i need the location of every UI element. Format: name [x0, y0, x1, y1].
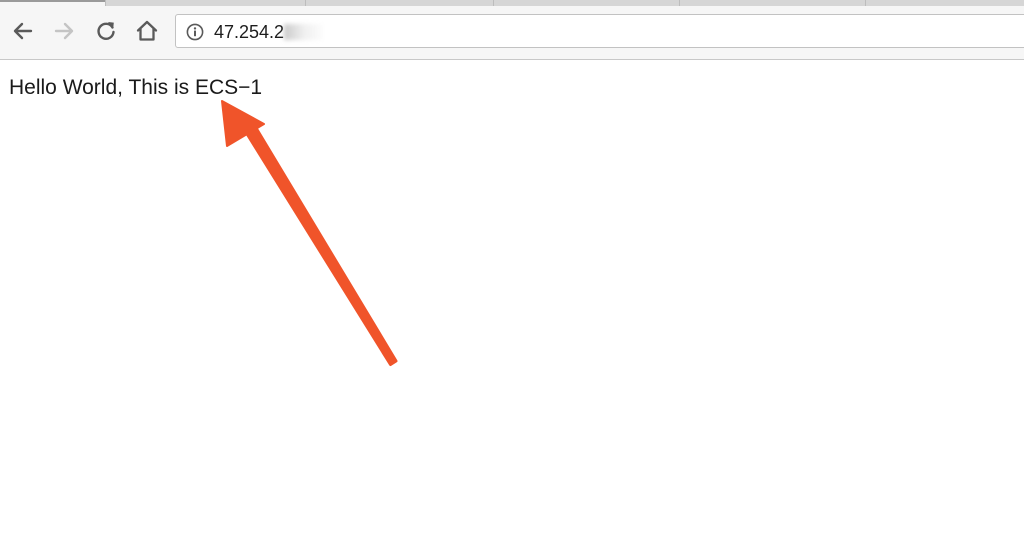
page-content: Hello World, This is ECS−1: [0, 61, 1024, 550]
forward-arrow-icon: [54, 22, 74, 40]
browser-window: 47.254.2 Hello World, This is ECS−1: [0, 0, 1024, 550]
url-text: 47.254.2: [214, 22, 325, 42]
back-button[interactable]: [9, 17, 37, 45]
url-redaction: [284, 24, 325, 40]
page-body-text: Hello World, This is ECS−1: [9, 76, 263, 99]
browser-toolbar: 47.254.2: [0, 6, 1024, 60]
home-icon: [136, 20, 158, 41]
back-arrow-icon: [13, 22, 33, 40]
reload-button[interactable]: [92, 17, 120, 45]
info-icon[interactable]: [186, 23, 204, 41]
forward-button[interactable]: [50, 17, 78, 45]
reload-icon: [97, 22, 115, 40]
home-button[interactable]: [133, 17, 161, 45]
address-bar[interactable]: 47.254.2: [175, 14, 1024, 48]
